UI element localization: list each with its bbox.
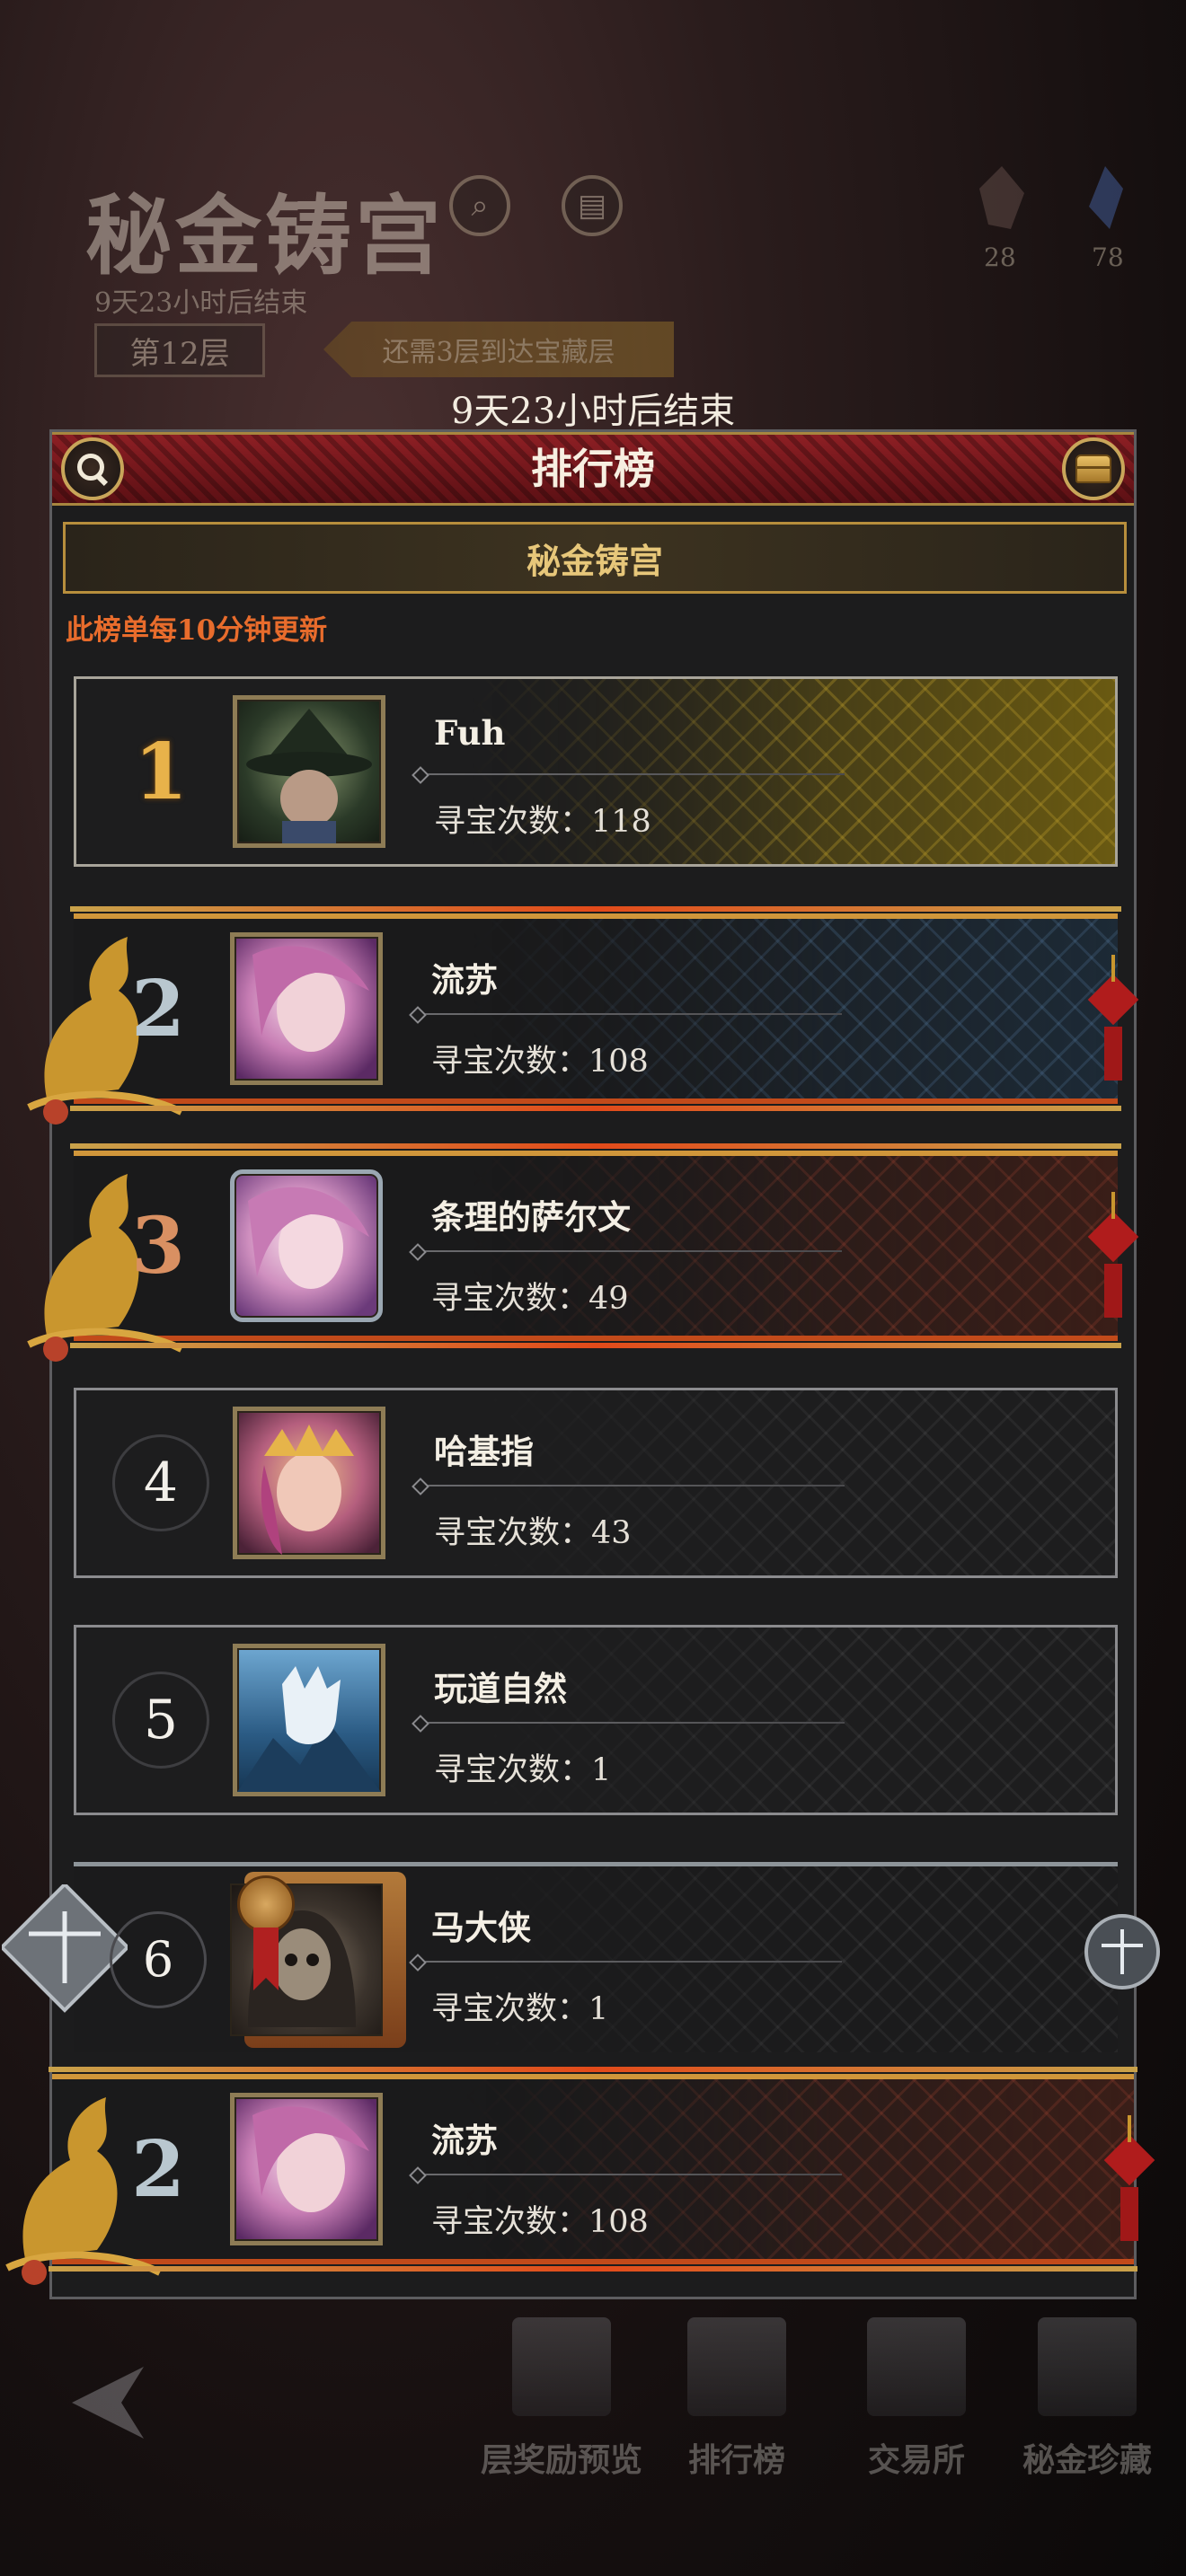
scales-emblem-icon	[1084, 1914, 1160, 1989]
row-divider	[415, 1013, 842, 1015]
rank-number: 1	[134, 726, 188, 817]
rank-number: 4	[112, 1434, 209, 1531]
player-avatar[interactable]	[230, 932, 383, 1085]
rank-number: 6	[110, 1910, 207, 2008]
portrait-icon	[252, 946, 369, 1052]
nav-label: 秘金珍藏	[1022, 2441, 1152, 2479]
background-subtitle: 9天23小时后结束	[94, 287, 308, 319]
rank-number: 5	[112, 1672, 209, 1769]
chinese-knot-icon	[1087, 955, 1139, 1081]
crystal-count: 78	[1092, 243, 1124, 272]
floor-label: 第12层	[94, 323, 265, 377]
leaderboard-row[interactable]: 1 Fuh 寻宝次数：118	[74, 676, 1118, 867]
wolf-emblem-icon	[237, 1666, 381, 1792]
portrait-icon	[248, 1187, 369, 1289]
portrait-icon	[261, 1425, 354, 1555]
player-avatar[interactable]	[230, 1169, 383, 1322]
player-name: Fuh	[434, 713, 506, 753]
treasure-count: 寻宝次数：1	[434, 1752, 612, 1788]
crystal-icon	[1089, 166, 1123, 229]
player-name: 哈基指	[434, 1432, 534, 1471]
bottom-navigation: 层奖励预览 排行榜 交易所 秘金珍藏	[0, 2299, 1186, 2576]
search-icon: ⌕	[449, 175, 510, 236]
background-title: 秘金铸宫	[85, 185, 445, 287]
nav-label: 交易所	[867, 2441, 965, 2479]
row-divider	[418, 1485, 845, 1486]
row-divider	[418, 773, 845, 775]
nav-treasure-collection[interactable]: 秘金珍藏	[988, 2317, 1186, 2497]
nav-label: 排行榜	[687, 2441, 785, 2479]
player-avatar[interactable]	[230, 2093, 383, 2245]
row-divider	[418, 1722, 845, 1724]
player-name: 流苏	[431, 960, 498, 1000]
leaderboard-category: 秘金铸宫	[63, 522, 1127, 594]
nav-label: 层奖励预览	[480, 2441, 642, 2479]
chest-icon	[1075, 454, 1111, 483]
portrait-icon	[252, 2106, 369, 2212]
row-divider	[415, 2174, 842, 2175]
leaderboard-row[interactable]: 6 马大侠 寻宝次数：1	[2, 1862, 1160, 2052]
reward-chest-button[interactable]	[1062, 437, 1125, 500]
leaderboard-panel: 排行榜 秘金铸宫 此榜单每10分钟更新 1 Fuh 寻宝次数：118 2 流苏 …	[2, 429, 1160, 2299]
player-name: 流苏	[431, 2121, 498, 2160]
player-avatar[interactable]	[233, 1407, 385, 1559]
player-avatar[interactable]	[233, 1644, 385, 1796]
merchant-icon	[867, 2317, 966, 2416]
player-name: 条理的萨尔文	[431, 1197, 631, 1237]
tower-icon	[512, 2317, 611, 2416]
treasure-count: 寻宝次数：1	[431, 1991, 609, 2027]
floor-banner: 还需3层到达宝藏层	[323, 322, 674, 377]
book-icon: ▤	[562, 175, 623, 236]
search-button[interactable]	[61, 437, 124, 500]
search-icon	[77, 454, 108, 484]
witch-hat-icon	[246, 709, 372, 843]
leaderboard-row[interactable]: 3 条理的萨尔文 寻宝次数：49	[27, 1143, 1139, 1362]
ore-count: 28	[984, 243, 1016, 272]
nav-exchange[interactable]: 交易所	[818, 2317, 1015, 2497]
nav-leaderboard[interactable]: 排行榜	[638, 2317, 836, 2497]
treasure-count: 寻宝次数：43	[434, 1515, 632, 1551]
event-timer: 9天23小时后结束	[450, 391, 736, 432]
trophy-icon	[687, 2317, 786, 2416]
treasure-count: 寻宝次数：118	[434, 804, 651, 840]
back-arrow-icon[interactable]	[63, 2362, 153, 2443]
rank-number: 2	[131, 963, 185, 1054]
treasure-icon	[1038, 2317, 1137, 2416]
row-divider	[415, 1250, 842, 1252]
leaderboard-row[interactable]: 4 哈基指 寻宝次数：43	[74, 1388, 1118, 1578]
chinese-knot-icon	[1103, 2115, 1155, 2241]
leaderboard-row[interactable]: 2 流苏 寻宝次数：108	[27, 906, 1139, 1125]
background-header: 秘金铸宫 ⌕ ▤ 9天23小时后结束 第12层 还需3层到达宝藏层 28 78	[0, 0, 1186, 422]
ore-icon	[979, 166, 1024, 229]
player-name: 马大侠	[431, 1908, 531, 1947]
player-name: 玩道自然	[434, 1669, 567, 1708]
scales-emblem-icon	[2, 1884, 128, 2013]
my-rank-row[interactable]: 2 流苏 寻宝次数：108	[5, 2067, 1155, 2285]
treasure-count: 寻宝次数：108	[431, 1044, 649, 1080]
medal-icon	[237, 1875, 295, 1933]
rank-number: 2	[131, 2123, 185, 2215]
panel-title: 排行榜	[531, 445, 655, 493]
update-note: 此榜单每10分钟更新	[66, 614, 328, 647]
row-divider	[415, 1961, 842, 1963]
leaderboard-row[interactable]: 5 玩道自然 寻宝次数：1	[74, 1625, 1118, 1815]
treasure-count: 寻宝次数：49	[431, 1281, 629, 1317]
treasure-count: 寻宝次数：108	[431, 2204, 649, 2240]
rank-number: 3	[131, 1200, 185, 1292]
chinese-knot-icon	[1087, 1192, 1139, 1318]
player-avatar[interactable]	[233, 695, 385, 848]
nav-floor-rewards[interactable]: 层奖励预览	[463, 2317, 660, 2497]
